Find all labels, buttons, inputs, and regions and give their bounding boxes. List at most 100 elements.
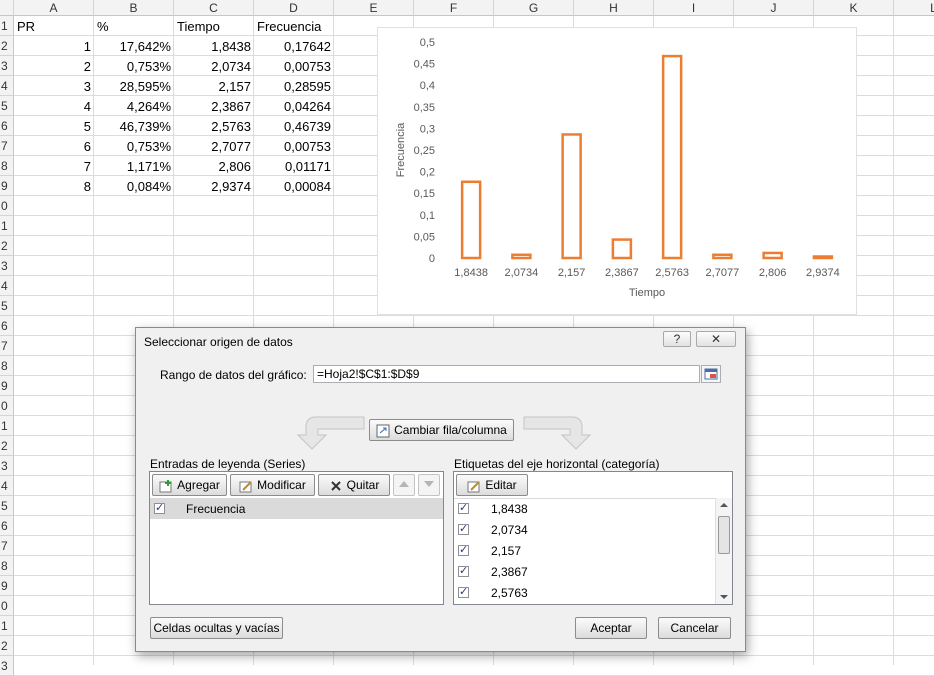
row-header[interactable]: 6 — [0, 316, 14, 336]
column-header-H[interactable]: H — [574, 0, 654, 16]
category-row[interactable]: 1,8438 — [454, 499, 716, 520]
row-header[interactable]: 5 — [0, 96, 14, 116]
category-row[interactable]: 2,157 — [454, 541, 716, 562]
category-row[interactable]: 2,0734 — [454, 520, 716, 541]
category-row[interactable]: 2,3867 — [454, 562, 716, 583]
header-cell[interactable]: PR — [14, 16, 94, 36]
select-all-corner[interactable] — [0, 0, 14, 16]
header-cell[interactable]: Frecuencia — [254, 16, 334, 36]
move-up-button[interactable] — [393, 474, 415, 496]
series-row[interactable]: Frecuencia — [150, 499, 443, 519]
row-header[interactable]: 7 — [0, 336, 14, 356]
category-scrollbar[interactable] — [715, 498, 732, 604]
data-cell[interactable]: 5 — [14, 116, 94, 136]
row-header[interactable]: 7 — [0, 136, 14, 156]
data-cell[interactable]: 0,17642 — [254, 36, 334, 56]
row-header[interactable]: 9 — [0, 176, 14, 196]
row-header[interactable]: 7 — [0, 536, 14, 556]
data-cell[interactable]: 17,642% — [94, 36, 174, 56]
category-checkbox[interactable] — [458, 522, 469, 535]
column-header-A[interactable]: A — [14, 0, 94, 16]
data-cell[interactable]: 2,3867 — [174, 96, 254, 116]
row-header[interactable]: 6 — [0, 116, 14, 136]
data-cell[interactable]: 7 — [14, 156, 94, 176]
data-cell[interactable]: 0,00084 — [254, 176, 334, 196]
row-header[interactable]: 3 — [0, 56, 14, 76]
column-header-G[interactable]: G — [494, 0, 574, 16]
column-header-I[interactable]: I — [654, 0, 734, 16]
row-header[interactable]: 2 — [0, 236, 14, 256]
row-header[interactable]: 4 — [0, 276, 14, 296]
data-cell[interactable]: 6 — [14, 136, 94, 156]
data-cell[interactable]: 0,00753 — [254, 136, 334, 156]
column-header-L[interactable]: L — [894, 0, 934, 16]
category-checkbox[interactable] — [458, 501, 469, 514]
row-header[interactable]: 1 — [0, 216, 14, 236]
row-header[interactable]: 3 — [0, 256, 14, 276]
row-header[interactable]: 1 — [0, 616, 14, 636]
data-cell[interactable]: 0,01171 — [254, 156, 334, 176]
data-cell[interactable]: 0,00753 — [254, 56, 334, 76]
category-checkbox[interactable] — [458, 564, 469, 577]
range-picker-button[interactable] — [701, 365, 721, 383]
row-header[interactable]: 9 — [0, 376, 14, 396]
row-header[interactable]: 4 — [0, 76, 14, 96]
edit-axis-button[interactable]: Editar — [456, 474, 528, 496]
column-header-D[interactable]: D — [254, 0, 334, 16]
category-checkbox[interactable] — [458, 543, 469, 556]
data-cell[interactable]: 0,46739 — [254, 116, 334, 136]
data-cell[interactable]: 0,753% — [94, 56, 174, 76]
row-header[interactable]: 9 — [0, 576, 14, 596]
move-down-button[interactable] — [418, 474, 440, 496]
data-cell[interactable]: 1,8438 — [174, 36, 254, 56]
row-header[interactable]: 8 — [0, 556, 14, 576]
ok-button[interactable]: Aceptar — [575, 617, 647, 639]
data-cell[interactable]: 8 — [14, 176, 94, 196]
row-header[interactable]: 1 — [0, 416, 14, 436]
row-header[interactable]: 0 — [0, 196, 14, 216]
data-cell[interactable]: 0,04264 — [254, 96, 334, 116]
data-cell[interactable]: 2,0734 — [174, 56, 254, 76]
cancel-button[interactable]: Cancelar — [658, 617, 731, 639]
column-header-K[interactable]: K — [814, 0, 894, 16]
category-checkbox[interactable] — [458, 585, 469, 598]
data-cell[interactable]: 3 — [14, 76, 94, 96]
row-header[interactable]: 8 — [0, 356, 14, 376]
data-cell[interactable]: 0,084% — [94, 176, 174, 196]
data-cell[interactable]: 0,753% — [94, 136, 174, 156]
header-cell[interactable]: % — [94, 16, 174, 36]
hidden-empty-cells-button[interactable]: Celdas ocultas y vacías — [150, 617, 283, 639]
row-header[interactable]: 5 — [0, 296, 14, 316]
data-cell[interactable]: 2,9374 — [174, 176, 254, 196]
data-cell[interactable]: 2,157 — [174, 76, 254, 96]
row-header[interactable]: 8 — [0, 156, 14, 176]
data-cell[interactable]: 46,739% — [94, 116, 174, 136]
switch-row-column-button[interactable]: Cambiar fila/columna — [369, 419, 514, 441]
scroll-down-icon[interactable] — [719, 593, 729, 601]
row-header[interactable]: 6 — [0, 516, 14, 536]
category-row[interactable]: 2,5763 — [454, 583, 716, 604]
row-header[interactable]: 0 — [0, 596, 14, 616]
row-header[interactable]: 5 — [0, 496, 14, 516]
data-cell[interactable]: 1 — [14, 36, 94, 56]
row-header[interactable]: 0 — [0, 396, 14, 416]
column-header-C[interactable]: C — [174, 0, 254, 16]
data-cell[interactable]: 2 — [14, 56, 94, 76]
data-cell[interactable]: 4 — [14, 96, 94, 116]
data-cell[interactable]: 2,806 — [174, 156, 254, 176]
help-button[interactable]: ? — [663, 331, 691, 347]
close-button[interactable]: ✕ — [696, 331, 736, 347]
data-cell[interactable]: 0,28595 — [254, 76, 334, 96]
scroll-up-icon[interactable] — [719, 501, 729, 509]
column-header-E[interactable]: E — [334, 0, 414, 16]
column-header-B[interactable]: B — [94, 0, 174, 16]
data-cell[interactable]: 28,595% — [94, 76, 174, 96]
column-header-J[interactable]: J — [734, 0, 814, 16]
remove-series-button[interactable]: Quitar — [318, 474, 390, 496]
column-header-F[interactable]: F — [414, 0, 494, 16]
row-header[interactable]: 2 — [0, 36, 14, 56]
row-header[interactable]: 4 — [0, 476, 14, 496]
row-header[interactable]: 3 — [0, 656, 14, 676]
add-series-button[interactable]: Agregar — [152, 474, 227, 496]
row-header[interactable]: 3 — [0, 456, 14, 476]
